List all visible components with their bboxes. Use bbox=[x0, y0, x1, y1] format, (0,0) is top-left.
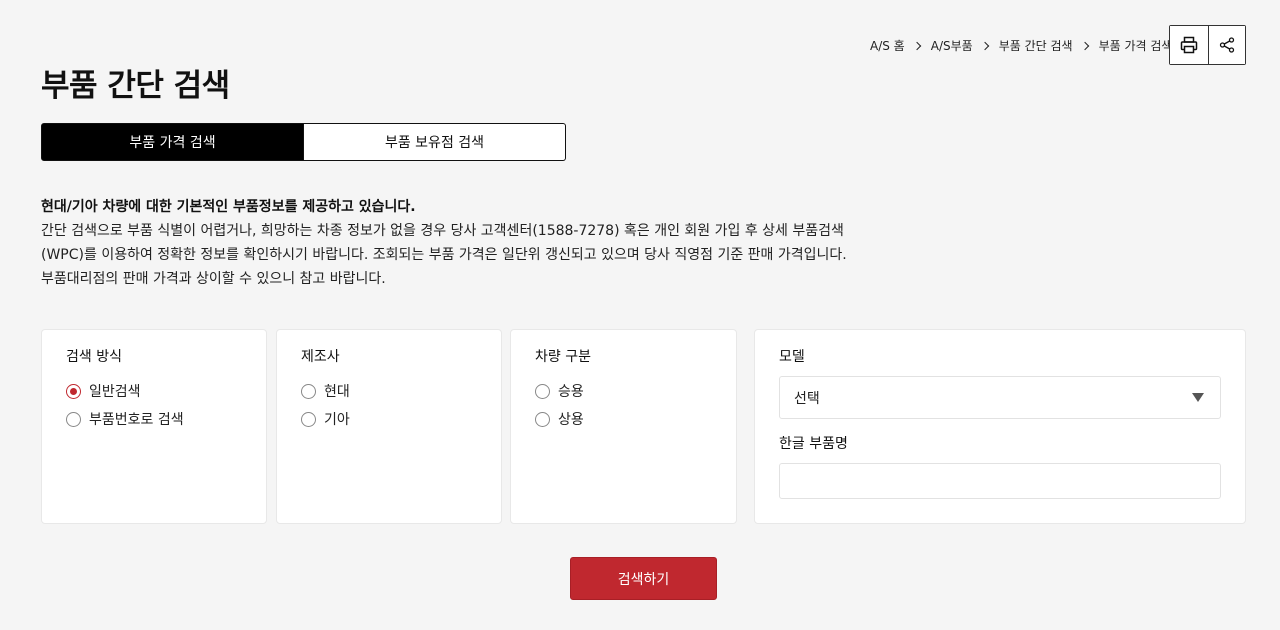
print-button[interactable] bbox=[1170, 26, 1208, 64]
radio-label: 일반검색 bbox=[89, 384, 141, 400]
radio-option-part-number-search[interactable]: 부품번호로 검색 bbox=[66, 410, 184, 428]
filter-card-search-method: 검색 방식 일반검색 부품번호로 검색 bbox=[41, 329, 267, 524]
radio-label: 부품번호로 검색 bbox=[89, 412, 184, 428]
caret-down-icon bbox=[1192, 393, 1204, 402]
filter-card-model: 모델 선택 한글 부품명 bbox=[754, 329, 1246, 524]
radio-button[interactable] bbox=[301, 383, 316, 399]
radio-button[interactable] bbox=[66, 383, 81, 399]
radio-option-commercial[interactable]: 상용 bbox=[535, 410, 584, 428]
radio-group-search-method: 일반검색 부품번호로 검색 bbox=[66, 382, 184, 428]
radio-option-general-search[interactable]: 일반검색 bbox=[66, 382, 184, 400]
breadcrumb-item-simple-search[interactable]: 부품 간단 검색 bbox=[999, 37, 1073, 54]
page-tools bbox=[1169, 25, 1246, 65]
tab-price-search[interactable]: 부품 가격 검색 bbox=[41, 123, 304, 161]
share-button[interactable] bbox=[1207, 26, 1245, 64]
radio-button[interactable] bbox=[66, 411, 81, 427]
filter-card-vehicle-type: 차량 구분 승용 상용 bbox=[510, 329, 737, 524]
filter-title: 모델 bbox=[779, 349, 805, 365]
radio-button[interactable] bbox=[301, 411, 316, 427]
share-icon bbox=[1219, 37, 1234, 53]
radio-button[interactable] bbox=[535, 383, 550, 399]
chevron-right-icon bbox=[1081, 41, 1091, 51]
intro-text: 현대/기아 차량에 대한 기본적인 부품정보를 제공하고 있습니다. 간단 검색… bbox=[41, 195, 921, 291]
radio-group-vehicle-type: 승용 상용 bbox=[535, 382, 584, 428]
filter-title: 검색 방식 bbox=[66, 349, 122, 365]
model-select[interactable]: 선택 bbox=[779, 376, 1221, 419]
breadcrumb-item-current: 부품 가격 검색 bbox=[1098, 39, 1173, 53]
radio-group-manufacturer: 현대 기아 bbox=[301, 382, 350, 428]
chevron-right-icon bbox=[981, 41, 991, 51]
part-name-label: 한글 부품명 bbox=[779, 436, 848, 452]
radio-option-hyundai[interactable]: 현대 bbox=[301, 382, 350, 400]
filter-card-manufacturer: 제조사 현대 기아 bbox=[276, 329, 502, 524]
search-tabs: 부품 가격 검색 부품 보유점 검색 bbox=[41, 123, 566, 161]
breadcrumb: A/S 홈 A/S부품 부품 간단 검색 부품 가격 검색 bbox=[870, 37, 1172, 54]
printer-icon bbox=[1180, 36, 1197, 54]
intro-lead: 현대/기아 차량에 대한 기본적인 부품정보를 제공하고 있습니다. bbox=[41, 199, 416, 215]
filter-title: 제조사 bbox=[301, 349, 340, 365]
page-root: A/S 홈 A/S부품 부품 간단 검색 부품 가격 검색 부품 간단 검색 부… bbox=[0, 0, 1280, 630]
breadcrumb-item-as-home[interactable]: A/S 홈 bbox=[870, 37, 905, 54]
radio-option-kia[interactable]: 기아 bbox=[301, 410, 350, 428]
breadcrumb-item-as-parts[interactable]: A/S부품 bbox=[931, 37, 973, 54]
model-select-value: 선택 bbox=[794, 390, 820, 407]
filter-title: 차량 구분 bbox=[535, 349, 591, 365]
radio-button[interactable] bbox=[535, 411, 550, 427]
intro-line: 부품대리점의 판매 가격과 상이할 수 있으니 참고 바랍니다. bbox=[41, 271, 386, 287]
tab-dealer-stock-search[interactable]: 부품 보유점 검색 bbox=[304, 123, 566, 161]
radio-label: 현대 bbox=[324, 384, 350, 400]
chevron-right-icon bbox=[913, 41, 923, 51]
radio-option-passenger[interactable]: 승용 bbox=[535, 382, 584, 400]
intro-line: 간단 검색으로 부품 식별이 어렵거나, 희망하는 차종 정보가 없을 경우 당… bbox=[41, 223, 844, 239]
radio-label: 기아 bbox=[324, 412, 350, 428]
radio-label: 상용 bbox=[558, 412, 584, 428]
part-name-input[interactable] bbox=[779, 463, 1221, 499]
intro-line: (WPC)를 이용하여 정확한 정보를 확인하시기 바랍니다. 조회되는 부품 … bbox=[41, 247, 847, 263]
search-button[interactable]: 검색하기 bbox=[570, 557, 717, 600]
page-title: 부품 간단 검색 bbox=[41, 68, 230, 104]
radio-label: 승용 bbox=[558, 384, 584, 400]
